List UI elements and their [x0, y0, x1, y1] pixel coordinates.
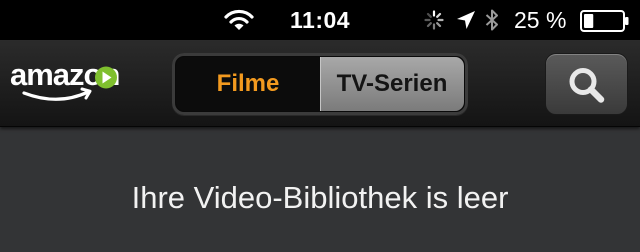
battery-percent: 25 %: [514, 7, 567, 33]
play-swoosh-icon: [22, 66, 117, 101]
amazon-logo[interactable]: amazon: [10, 58, 136, 104]
battery-icon: [580, 10, 629, 32]
category-segmented-control: Filme TV-Serien: [172, 53, 468, 115]
search-button[interactable]: [545, 53, 628, 115]
location-arrow-icon: [457, 11, 475, 29]
segment-filme[interactable]: Filme: [176, 57, 320, 111]
nav-bar: amazon Filme TV-Serien: [0, 40, 640, 127]
wifi-icon: [224, 9, 254, 30]
search-icon: [569, 68, 605, 103]
activity-spinner-icon: [424, 10, 444, 30]
segment-tv-serien[interactable]: TV-Serien: [320, 57, 464, 111]
empty-library-message: Ihre Video-Bibliothek is leer: [131, 180, 509, 215]
status-time: 11:04: [290, 7, 351, 33]
bluetooth-icon: [485, 9, 498, 31]
status-bar: 11:04 25 %: [0, 0, 640, 40]
